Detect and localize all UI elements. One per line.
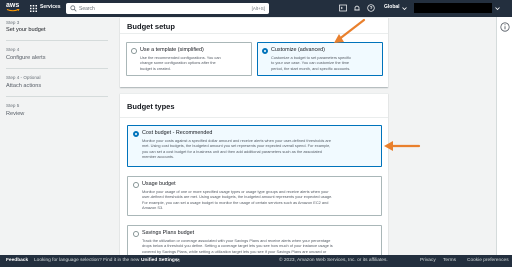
cost-budget-title: Cost budget - Recommended (142, 130, 213, 136)
usage-budget-description: Monitor your usage of one or more specif… (142, 189, 332, 211)
savings-plans-budget-radio[interactable] (133, 231, 139, 237)
use-template-description: Use the recommended configurations. You … (140, 55, 221, 71)
search-icon (70, 5, 77, 12)
aws-smile-icon (6, 9, 20, 12)
feedback-link[interactable]: Feedback (6, 258, 28, 263)
step-label: Step 4 - Optional (6, 75, 41, 80)
language-prompt-text: Looking for language selection? Find it … (34, 258, 140, 263)
desc-line: period, the start month, and specific ac… (271, 65, 351, 71)
cost-budget-option[interactable]: Cost budget - Recommended Monitor your c… (127, 125, 382, 167)
use-template-title: Use a template (simplified) (140, 47, 204, 53)
chevron-down-icon (402, 7, 407, 11)
info-icon[interactable] (500, 22, 510, 32)
step-set-your-budget[interactable]: Set your budget (6, 27, 46, 33)
search-shortcut-hint: [Alt+S] (251, 6, 265, 11)
footer-bar: Feedback Looking for language selection?… (0, 255, 512, 267)
customize-advanced-title: Customize (advanced) (271, 47, 325, 53)
help-panel-strip (496, 17, 512, 255)
account-chevron-down-icon (495, 7, 500, 11)
cost-budget-radio[interactable] (133, 131, 139, 137)
account-menu-redacted[interactable] (414, 3, 492, 13)
usage-budget-title: Usage budget (142, 181, 176, 187)
cloudshell-icon[interactable] (339, 4, 347, 12)
step-divider (6, 40, 108, 41)
cost-budget-description: Monitor your costs against a specified d… (142, 138, 331, 160)
step-divider (6, 68, 108, 69)
savings-plans-budget-title: Savings Plans budget (142, 230, 195, 236)
aws-logo[interactable]: aws (6, 2, 24, 14)
terms-link[interactable]: Terms (443, 258, 456, 263)
usage-budget-radio[interactable] (133, 182, 139, 188)
step-label: Step 4 (6, 47, 20, 52)
step-label: Step 5 (6, 103, 20, 108)
step-review[interactable]: Review (6, 111, 24, 117)
savings-plans-budget-description: Track the utilization or coverage associ… (142, 238, 333, 254)
desc-line: budget is created. (140, 65, 171, 71)
use-template-radio[interactable] (131, 48, 137, 54)
region-selector[interactable]: Global (384, 4, 400, 10)
services-grid-icon[interactable] (30, 5, 37, 12)
customize-advanced-description: Customize a budget to set parameters spe… (271, 55, 351, 71)
step-label: Step 3 (6, 20, 20, 25)
step-divider (6, 96, 108, 97)
customize-advanced-option[interactable]: Customize (advanced) Customize a budget … (257, 42, 383, 76)
usage-budget-option[interactable]: Usage budget Monitor your usage of one o… (127, 176, 382, 216)
step-configure-alerts[interactable]: Configure alerts (6, 55, 46, 61)
annotation-arrow-icon (334, 18, 366, 43)
privacy-link[interactable]: Privacy (420, 258, 436, 263)
savings-plans-budget-option[interactable]: Savings Plans budget Track the utilizati… (127, 225, 382, 259)
budget-types-title: Budget types (127, 102, 175, 111)
top-navigation-bar: aws Services Search [Alt+S] Global (0, 0, 512, 17)
desc-line: Amazon S3. (142, 205, 164, 211)
external-link-icon (176, 258, 180, 262)
cookie-preferences-link[interactable]: Cookie preferences (467, 258, 509, 263)
budget-setup-title: Budget setup (127, 22, 175, 31)
services-menu-button[interactable]: Services (40, 4, 61, 10)
budget-types-panel: Budget types Cost budget - Recommended M… (120, 93, 388, 259)
panel-divider (120, 117, 388, 118)
use-template-option[interactable]: Use a template (simplified) Use the reco… (126, 42, 252, 76)
customize-advanced-radio[interactable] (262, 48, 268, 54)
notifications-bell-icon[interactable] (353, 4, 361, 12)
search-placeholder: Search (79, 6, 95, 12)
wizard-steps-nav: Step 3 Set your budget Step 4 Configure … (0, 17, 120, 255)
copyright-text: © 2023, Amazon Web Services, Inc. or its… (279, 258, 388, 263)
desc-line: For example, you can set a usage budget … (142, 199, 329, 205)
step-attach-actions[interactable]: Attach actions (6, 83, 41, 89)
desc-line: member accounts. (142, 154, 175, 160)
unified-settings-link[interactable]: Unified Settings (141, 258, 178, 263)
search-input[interactable]: Search [Alt+S] (66, 3, 269, 14)
annotation-arrow-icon (384, 141, 421, 151)
help-question-icon[interactable] (367, 4, 375, 12)
desc-line: covered by Savings Plans, while setting … (142, 248, 327, 254)
